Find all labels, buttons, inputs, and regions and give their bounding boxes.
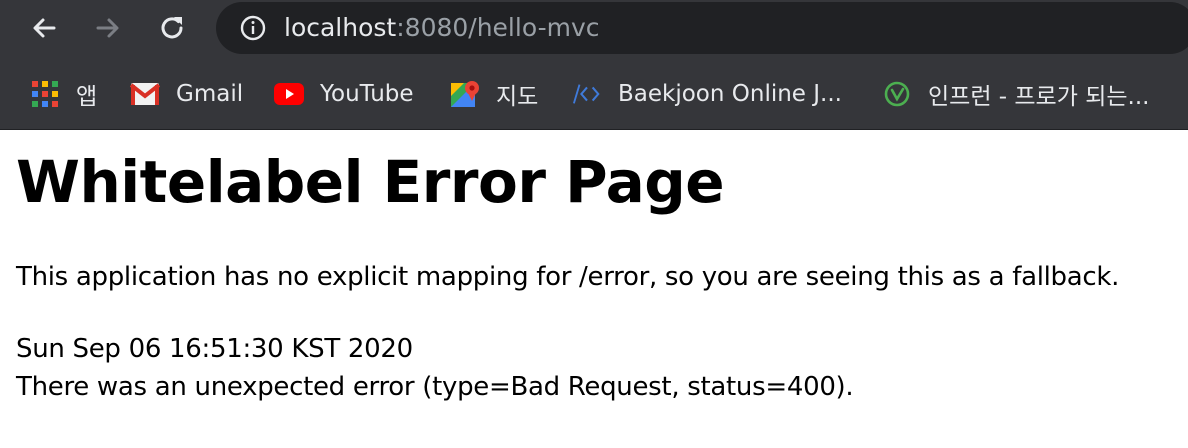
error-timestamp: Sun Sep 06 16:51:30 KST 2020	[16, 334, 413, 364]
info-icon[interactable]	[240, 15, 266, 41]
reload-icon	[161, 17, 183, 39]
url-text[interactable]: localhost:8080/hello-mvc	[284, 14, 600, 42]
address-bar[interactable]: localhost:8080/hello-mvc	[216, 2, 1188, 54]
url-host: localhost	[284, 13, 397, 42]
gmail-icon	[130, 79, 160, 109]
bookmark-apps[interactable]: 앱	[30, 58, 97, 130]
bookmark-inflearn[interactable]: 인프런 - 프로가 되는...	[882, 58, 1149, 130]
bookmark-gmail[interactable]: Gmail	[130, 58, 243, 130]
error-detail: There was an unexpected error (type=Bad …	[16, 372, 854, 402]
url-path: :8080/hello-mvc	[396, 13, 600, 42]
page-title: Whitelabel Error Page	[16, 148, 725, 216]
bookmark-baekjoon[interactable]: Baekjoon Online J...	[572, 58, 842, 130]
inflearn-icon	[882, 79, 912, 109]
bookmark-maps[interactable]: 지도	[450, 58, 538, 130]
arrow-right-icon	[96, 18, 119, 38]
bookmark-label: YouTube	[320, 81, 414, 107]
maps-icon	[450, 79, 480, 109]
bookmark-label: Baekjoon Online J...	[618, 81, 842, 107]
back-button[interactable]	[24, 8, 64, 48]
reload-button[interactable]	[152, 8, 192, 48]
error-message: This application has no explicit mapping…	[16, 262, 1120, 292]
bookmark-label: Gmail	[176, 81, 244, 107]
browser-toolbar: localhost:8080/hello-mvc	[0, 0, 1188, 58]
bookmark-label: 앱	[76, 84, 98, 110]
bookmark-youtube[interactable]: YouTube	[274, 58, 414, 130]
arrow-left-icon	[33, 18, 56, 38]
forward-button[interactable]	[88, 8, 128, 48]
apps-grid-icon	[30, 79, 60, 109]
code-icon	[572, 79, 602, 109]
youtube-icon	[274, 79, 304, 109]
bookmark-label: 지도	[496, 84, 539, 110]
bookmark-label: 인프런 - 프로가 되는...	[928, 84, 1150, 110]
bookmarks-bar: 앱 Gmail YouTube 지도 Baekjoon Online J... …	[0, 58, 1188, 130]
